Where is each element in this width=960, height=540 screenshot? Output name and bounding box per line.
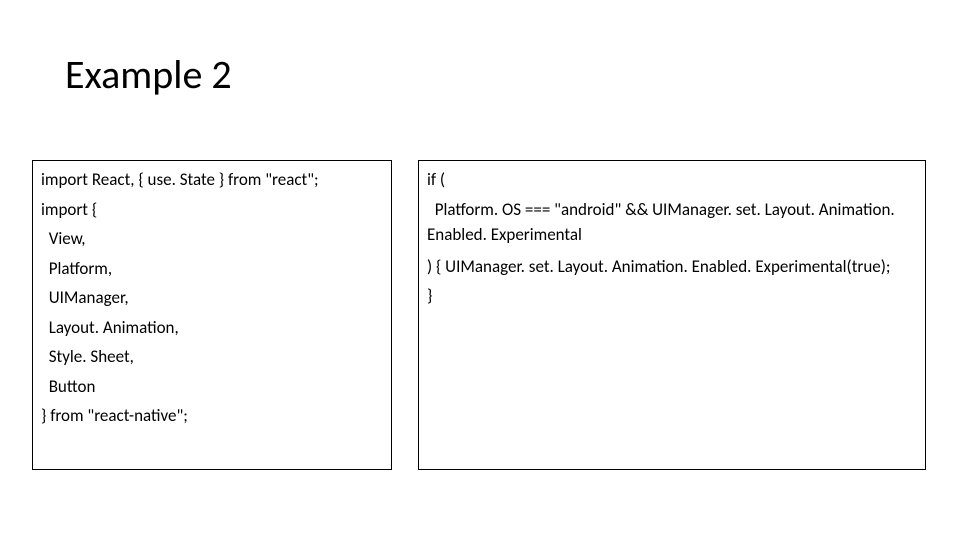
- slide: Example 2 import React, { use. State } f…: [0, 0, 960, 540]
- code-line: import React, { use. State } from "react…: [41, 167, 383, 193]
- code-line: Button: [41, 374, 383, 400]
- code-line: }: [427, 283, 917, 309]
- slide-title: Example 2: [65, 50, 232, 99]
- code-line: Layout. Animation,: [41, 315, 383, 341]
- code-line: UIManager,: [41, 285, 383, 311]
- code-line: Platform,: [41, 256, 383, 282]
- code-line: View,: [41, 226, 383, 252]
- code-box-right: if ( Platform. OS === "android" && UIMan…: [418, 160, 926, 470]
- code-box-left: import React, { use. State } from "react…: [32, 160, 392, 470]
- code-block: if ( Platform. OS === "android" && UIMan…: [427, 167, 917, 248]
- code-line: } from "react-native";: [41, 403, 383, 429]
- code-line: Style. Sheet,: [41, 344, 383, 370]
- code-line: if (: [427, 167, 917, 193]
- code-line: import {: [41, 197, 383, 223]
- code-line: Platform. OS === "android" && UIManager.…: [427, 197, 917, 248]
- code-block: ) { UIManager. set. Layout. Animation. E…: [427, 254, 917, 309]
- code-line: ) { UIManager. set. Layout. Animation. E…: [427, 254, 917, 280]
